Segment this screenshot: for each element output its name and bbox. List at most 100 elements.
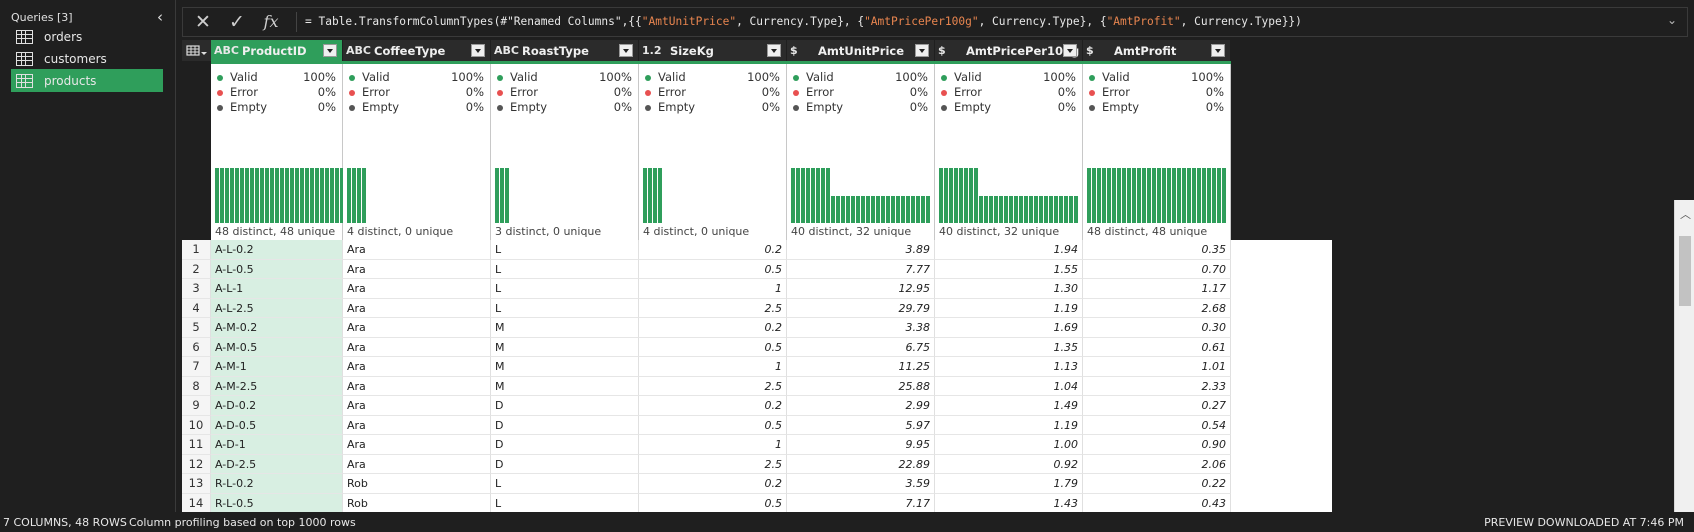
column-filter-dropdown-icon[interactable] xyxy=(323,44,337,57)
distribution-bar[interactable] xyxy=(270,168,274,223)
table-cell[interactable]: 0.27 xyxy=(1083,396,1231,416)
row-number[interactable]: 7 xyxy=(182,357,211,377)
distribution-bar[interactable] xyxy=(1014,195,1018,223)
column-filter-dropdown-icon[interactable] xyxy=(471,44,485,57)
table-cell[interactable]: 0.90 xyxy=(1083,435,1231,455)
table-cell[interactable]: R-L-0.5 xyxy=(211,493,343,512)
table-cell[interactable]: 1.13 xyxy=(935,357,1083,377)
distribution-bar[interactable] xyxy=(1152,168,1156,223)
table-cell[interactable]: 2.06 xyxy=(1083,454,1231,474)
distribution-bar[interactable] xyxy=(240,168,244,223)
table-menu-icon[interactable] xyxy=(182,40,211,61)
expand-formula-icon[interactable]: ⌄ xyxy=(1667,13,1677,27)
distribution-bar[interactable] xyxy=(1054,195,1058,223)
fx-icon[interactable]: fx xyxy=(257,10,285,34)
distribution-bar[interactable] xyxy=(290,168,294,223)
table-cell[interactable]: D xyxy=(491,454,639,474)
distribution-bar[interactable] xyxy=(1222,168,1226,223)
distribution-bar[interactable] xyxy=(806,168,810,223)
distribution-bar[interactable] xyxy=(846,195,850,223)
table-cell[interactable]: 3.38 xyxy=(787,318,935,338)
distribution-bar[interactable] xyxy=(989,195,993,223)
table-cell[interactable]: M xyxy=(491,357,639,377)
distribution-bar[interactable] xyxy=(230,168,234,223)
table-cell[interactable]: R-L-0.2 xyxy=(211,474,343,494)
table-cell[interactable]: 0.2 xyxy=(639,396,787,416)
table-cell[interactable]: D xyxy=(491,435,639,455)
table-cell[interactable]: 1.94 xyxy=(935,240,1083,260)
distribution-bar[interactable] xyxy=(801,168,805,223)
table-cell[interactable]: 2.33 xyxy=(1083,376,1231,396)
distribution-bar[interactable] xyxy=(921,195,925,223)
column-filter-dropdown-icon[interactable] xyxy=(767,44,781,57)
table-cell[interactable]: Ara xyxy=(343,435,491,455)
distribution-bar[interactable] xyxy=(791,168,795,223)
distribution-bar[interactable] xyxy=(1182,168,1186,223)
distribution-bar[interactable] xyxy=(1044,195,1048,223)
distribution-bar[interactable] xyxy=(1202,168,1206,223)
distribution-histogram[interactable] xyxy=(939,163,1089,223)
distribution-bar[interactable] xyxy=(886,195,890,223)
distribution-bar[interactable] xyxy=(1087,168,1091,223)
table-cell[interactable]: 0.5 xyxy=(639,415,787,435)
distribution-bar[interactable] xyxy=(891,195,895,223)
table-cell[interactable]: 1.69 xyxy=(935,318,1083,338)
column-filter-dropdown-icon[interactable] xyxy=(915,44,929,57)
table-cell[interactable]: 1.35 xyxy=(935,337,1083,357)
distribution-bar[interactable] xyxy=(1064,195,1068,223)
distribution-bar[interactable] xyxy=(916,195,920,223)
table-cell[interactable]: 2.5 xyxy=(639,298,787,318)
collapse-pane-icon[interactable]: ‹ xyxy=(157,8,163,26)
column-filter-dropdown-icon[interactable] xyxy=(1211,44,1225,57)
distribution-bar[interactable] xyxy=(1207,168,1211,223)
table-cell[interactable]: 1.79 xyxy=(935,474,1083,494)
distribution-bar[interactable] xyxy=(901,195,905,223)
table-cell[interactable]: 0.61 xyxy=(1083,337,1231,357)
table-cell[interactable]: 22.89 xyxy=(787,454,935,474)
distribution-bar[interactable] xyxy=(1147,168,1151,223)
table-cell[interactable]: 1.49 xyxy=(935,396,1083,416)
table-cell[interactable]: A-L-1 xyxy=(211,279,343,299)
table-cell[interactable]: A-M-0.2 xyxy=(211,318,343,338)
distribution-bar[interactable] xyxy=(984,195,988,223)
distribution-bar[interactable] xyxy=(330,168,334,223)
column-header-amtunitprice[interactable]: $ AmtUnitPrice xyxy=(787,40,935,61)
distribution-bar[interactable] xyxy=(896,195,900,223)
distribution-bar[interactable] xyxy=(926,195,930,223)
table-cell[interactable]: A-M-0.5 xyxy=(211,337,343,357)
table-cell[interactable]: L xyxy=(491,279,639,299)
table-cell[interactable]: Ara xyxy=(343,396,491,416)
distribution-bar[interactable] xyxy=(1192,168,1196,223)
distribution-bar[interactable] xyxy=(959,168,963,223)
table-cell[interactable]: L xyxy=(491,240,639,260)
row-number[interactable]: 9 xyxy=(182,396,211,416)
distribution-bar[interactable] xyxy=(265,168,269,223)
distribution-bar[interactable] xyxy=(215,168,219,223)
distribution-bar[interactable] xyxy=(1019,195,1023,223)
distribution-bar[interactable] xyxy=(1122,168,1126,223)
table-cell[interactable]: 0.5 xyxy=(639,337,787,357)
query-item-customers[interactable]: customers xyxy=(11,47,163,70)
distribution-bar[interactable] xyxy=(325,168,329,223)
distribution-bar[interactable] xyxy=(826,168,830,223)
table-cell[interactable]: Ara xyxy=(343,298,491,318)
distribution-bar[interactable] xyxy=(1107,168,1111,223)
table-cell[interactable]: 0.43 xyxy=(1083,493,1231,512)
distribution-bar[interactable] xyxy=(643,168,647,223)
distribution-bar[interactable] xyxy=(352,168,356,223)
table-cell[interactable]: 0.2 xyxy=(639,474,787,494)
table-cell[interactable]: 1 xyxy=(639,357,787,377)
column-header-amtpriceper100g[interactable]: $ AmtPricePer100g xyxy=(935,40,1083,61)
table-cell[interactable]: 3.59 xyxy=(787,474,935,494)
table-cell[interactable]: 2.5 xyxy=(639,376,787,396)
distribution-bar[interactable] xyxy=(250,168,254,223)
table-cell[interactable]: A-L-0.5 xyxy=(211,259,343,279)
distribution-bar[interactable] xyxy=(831,195,835,223)
distribution-bar[interactable] xyxy=(1097,168,1101,223)
type-text-icon[interactable]: ABC xyxy=(346,44,371,57)
row-number[interactable]: 3 xyxy=(182,279,211,299)
distribution-bar[interactable] xyxy=(1029,195,1033,223)
distribution-bar[interactable] xyxy=(220,168,224,223)
table-cell[interactable]: Ara xyxy=(343,415,491,435)
distribution-bar[interactable] xyxy=(235,168,239,223)
